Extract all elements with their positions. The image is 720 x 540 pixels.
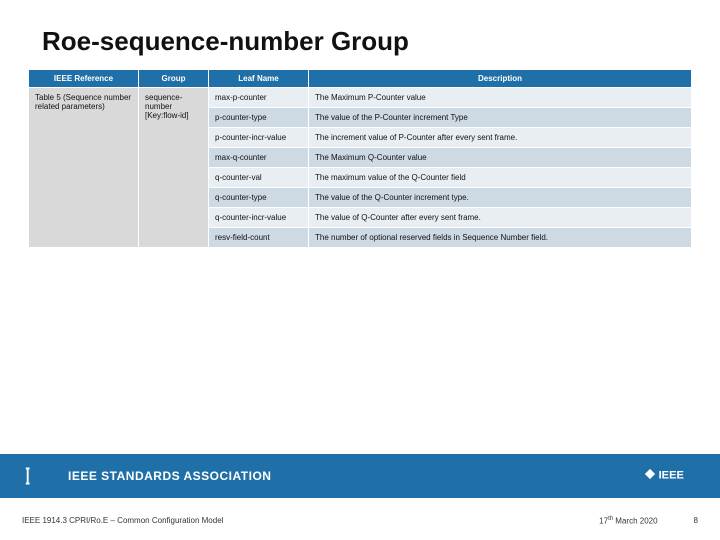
brand-left: IEEE STANDARDS ASSOCIATION xyxy=(22,464,271,488)
slide: Roe-sequence-number Group IEEE Reference… xyxy=(0,0,720,540)
cell-leaf: q-counter-type xyxy=(209,188,309,208)
cell-leaf: q-counter-val xyxy=(209,168,309,188)
ieee-logo-icon xyxy=(22,464,60,488)
cell-ieee-reference: Table 5 (Sequence number related paramet… xyxy=(29,88,139,248)
table-row: Table 5 (Sequence number related paramet… xyxy=(29,88,692,108)
footer-band: IEEE STANDARDS ASSOCIATION IEEE xyxy=(0,454,720,498)
cell-desc: The number of optional reserved fields i… xyxy=(309,228,692,248)
col-leaf-name: Leaf Name xyxy=(209,70,309,88)
parameters-table: IEEE Reference Group Leaf Name Descripti… xyxy=(28,69,692,248)
cell-leaf: p-counter-incr-value xyxy=(209,128,309,148)
cell-leaf: p-counter-type xyxy=(209,108,309,128)
cell-desc: The maximum value of the Q-Counter field xyxy=(309,168,692,188)
cell-desc: The Maximum Q-Counter value xyxy=(309,148,692,168)
table-header-row: IEEE Reference Group Leaf Name Descripti… xyxy=(29,70,692,88)
subfooter: IEEE 1914.3 CPRI/Ro.E – Common Configura… xyxy=(0,516,720,526)
ieee-diamond-icon: IEEE xyxy=(638,463,698,490)
col-ieee-reference: IEEE Reference xyxy=(29,70,139,88)
cell-desc: The value of the Q-Counter increment typ… xyxy=(309,188,692,208)
subfooter-right: 17th March 2020 8 xyxy=(599,516,698,526)
col-description: Description xyxy=(309,70,692,88)
col-group: Group xyxy=(139,70,209,88)
cell-leaf: q-counter-incr-value xyxy=(209,208,309,228)
date: 17th March 2020 xyxy=(599,516,657,526)
cell-leaf: resv-field-count xyxy=(209,228,309,248)
page-title: Roe-sequence-number Group xyxy=(0,0,720,69)
table-container: IEEE Reference Group Leaf Name Descripti… xyxy=(0,69,720,248)
svg-text:IEEE: IEEE xyxy=(659,469,684,481)
doc-title: IEEE 1914.3 CPRI/Ro.E – Common Configura… xyxy=(22,516,223,526)
date-day: 17 xyxy=(599,517,608,526)
cell-desc: The Maximum P-Counter value xyxy=(309,88,692,108)
brand-text: IEEE STANDARDS ASSOCIATION xyxy=(68,469,271,483)
cell-desc: The value of Q-Counter after every sent … xyxy=(309,208,692,228)
page-number: 8 xyxy=(694,516,698,526)
cell-desc: The value of the P-Counter increment Typ… xyxy=(309,108,692,128)
date-rest: March 2020 xyxy=(613,517,657,526)
cell-leaf: max-q-counter xyxy=(209,148,309,168)
brand-right: IEEE xyxy=(638,463,698,490)
cell-leaf: max-p-counter xyxy=(209,88,309,108)
cell-group: sequence-number [Key:flow-id] xyxy=(139,88,209,248)
cell-desc: The increment value of P-Counter after e… xyxy=(309,128,692,148)
